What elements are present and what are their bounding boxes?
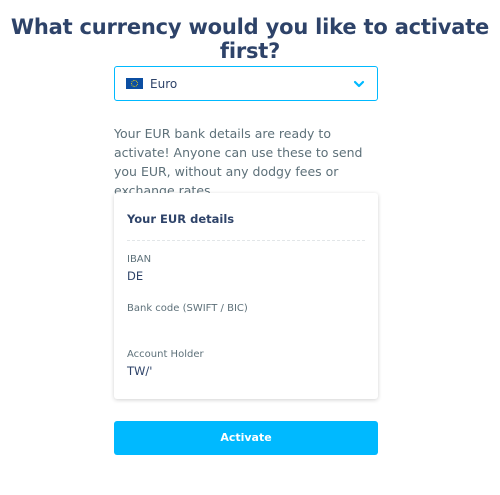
page-title: What currency would you like to activate…	[10, 15, 490, 63]
swift-label: Bank code (SWIFT / BIC)	[127, 303, 248, 314]
card-title: Your EUR details	[127, 212, 235, 226]
eur-details-card: Your EUR details IBAN DE Bank code (SWIF…	[114, 193, 378, 399]
iban-label: IBAN	[127, 254, 152, 265]
card-divider	[127, 240, 365, 241]
currency-select[interactable]: Euro	[114, 66, 378, 101]
iban-value: DE	[127, 269, 144, 283]
chevron-down-icon[interactable]	[353, 78, 365, 90]
account-holder-label: Account Holder	[127, 349, 204, 360]
activate-button[interactable]: Activate	[114, 421, 378, 455]
currency-description: Your EUR bank details are ready to activ…	[114, 126, 363, 198]
account-holder-value: TW/'	[127, 364, 153, 378]
currency-select-value: Euro	[150, 76, 178, 91]
eu-flag-icon	[126, 78, 143, 89]
